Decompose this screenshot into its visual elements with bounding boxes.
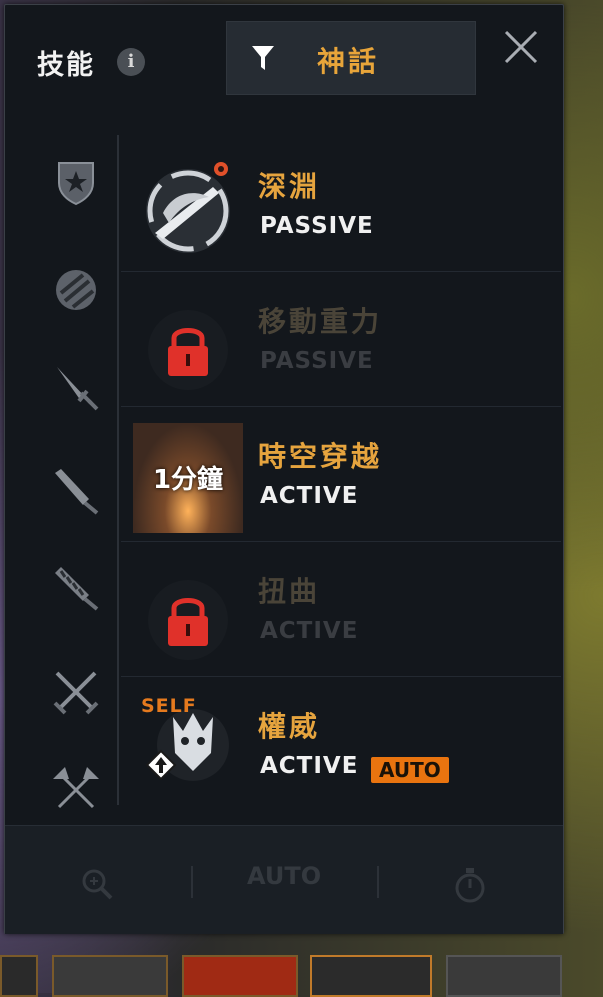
skill-row-time-travel[interactable]: 1分鐘 時空穿越 ACTIVE [121, 407, 561, 542]
skill-name: 扭曲 [258, 575, 321, 608]
close-icon[interactable] [503, 29, 539, 65]
divider [191, 866, 193, 898]
hotbar-slot[interactable] [52, 955, 168, 997]
bottom-action-bar: AUTO [5, 825, 563, 934]
skill-category-sidebar [25, 135, 119, 809]
stopwatch-icon[interactable] [453, 866, 487, 904]
skill-row-abyss[interactable]: 深淵 PASSIVE [121, 137, 561, 272]
skill-name: 時空穿越 [258, 440, 383, 473]
hotbar-slot[interactable] [310, 955, 432, 997]
divider [377, 866, 379, 898]
skills-panel: 技能 i 神話 深淵 PASSIVE 移動重力 PASSIVE 1分鐘 時空穿越… [4, 4, 564, 934]
magnifier-icon[interactable] [79, 866, 115, 902]
orb-icon[interactable] [51, 265, 101, 315]
skill-list: 深淵 PASSIVE 移動重力 PASSIVE 1分鐘 時空穿越 ACTIVE [121, 137, 561, 811]
skill-type: PASSIVE [260, 213, 374, 239]
time-travel-skill-icon: 1分鐘 [133, 423, 243, 533]
skill-row-authority[interactable]: SELF 權威 ACTIVE AUTO [121, 677, 561, 811]
dagger-icon[interactable] [51, 363, 101, 413]
abyss-skill-icon [146, 162, 230, 253]
skill-name: 深淵 [258, 170, 321, 203]
panel-title: 技能 [37, 50, 95, 81]
skill-name: 權威 [258, 710, 321, 743]
auto-badge: AUTO [371, 757, 449, 783]
hotbar-slot[interactable] [182, 955, 298, 997]
self-tag: SELF [141, 695, 197, 717]
skill-type: ACTIVE [260, 753, 359, 779]
hotbar-slot[interactable] [446, 955, 562, 997]
hotbar-slot[interactable] [0, 955, 38, 997]
chain-blade-icon[interactable] [51, 563, 101, 613]
lock-icon [148, 310, 228, 390]
filter-dropdown[interactable]: 神話 [226, 21, 476, 95]
funnel-icon [252, 46, 274, 70]
skill-type: ACTIVE [260, 618, 359, 644]
crossed-axes-icon[interactable] [51, 761, 101, 811]
auto-toggle[interactable]: AUTO [247, 862, 321, 890]
skill-name: 移動重力 [258, 305, 383, 338]
shield-emblem-icon[interactable] [51, 157, 101, 207]
skill-row-gravity-shift[interactable]: 移動重力 PASSIVE [121, 272, 561, 407]
authority-skill-icon: SELF [133, 693, 243, 803]
cooldown-text: 1分鐘 [152, 465, 224, 495]
skill-type: ACTIVE [260, 483, 359, 509]
info-icon[interactable]: i [117, 48, 145, 76]
greatsword-icon[interactable] [51, 465, 101, 515]
skill-row-distortion[interactable]: 扭曲 ACTIVE [121, 542, 561, 677]
skill-type: PASSIVE [260, 348, 374, 374]
filter-label: 神話 [317, 45, 380, 78]
panel-header: 技能 i 神話 [5, 5, 563, 115]
crossed-swords-icon[interactable] [51, 667, 101, 717]
lock-icon [148, 580, 228, 660]
